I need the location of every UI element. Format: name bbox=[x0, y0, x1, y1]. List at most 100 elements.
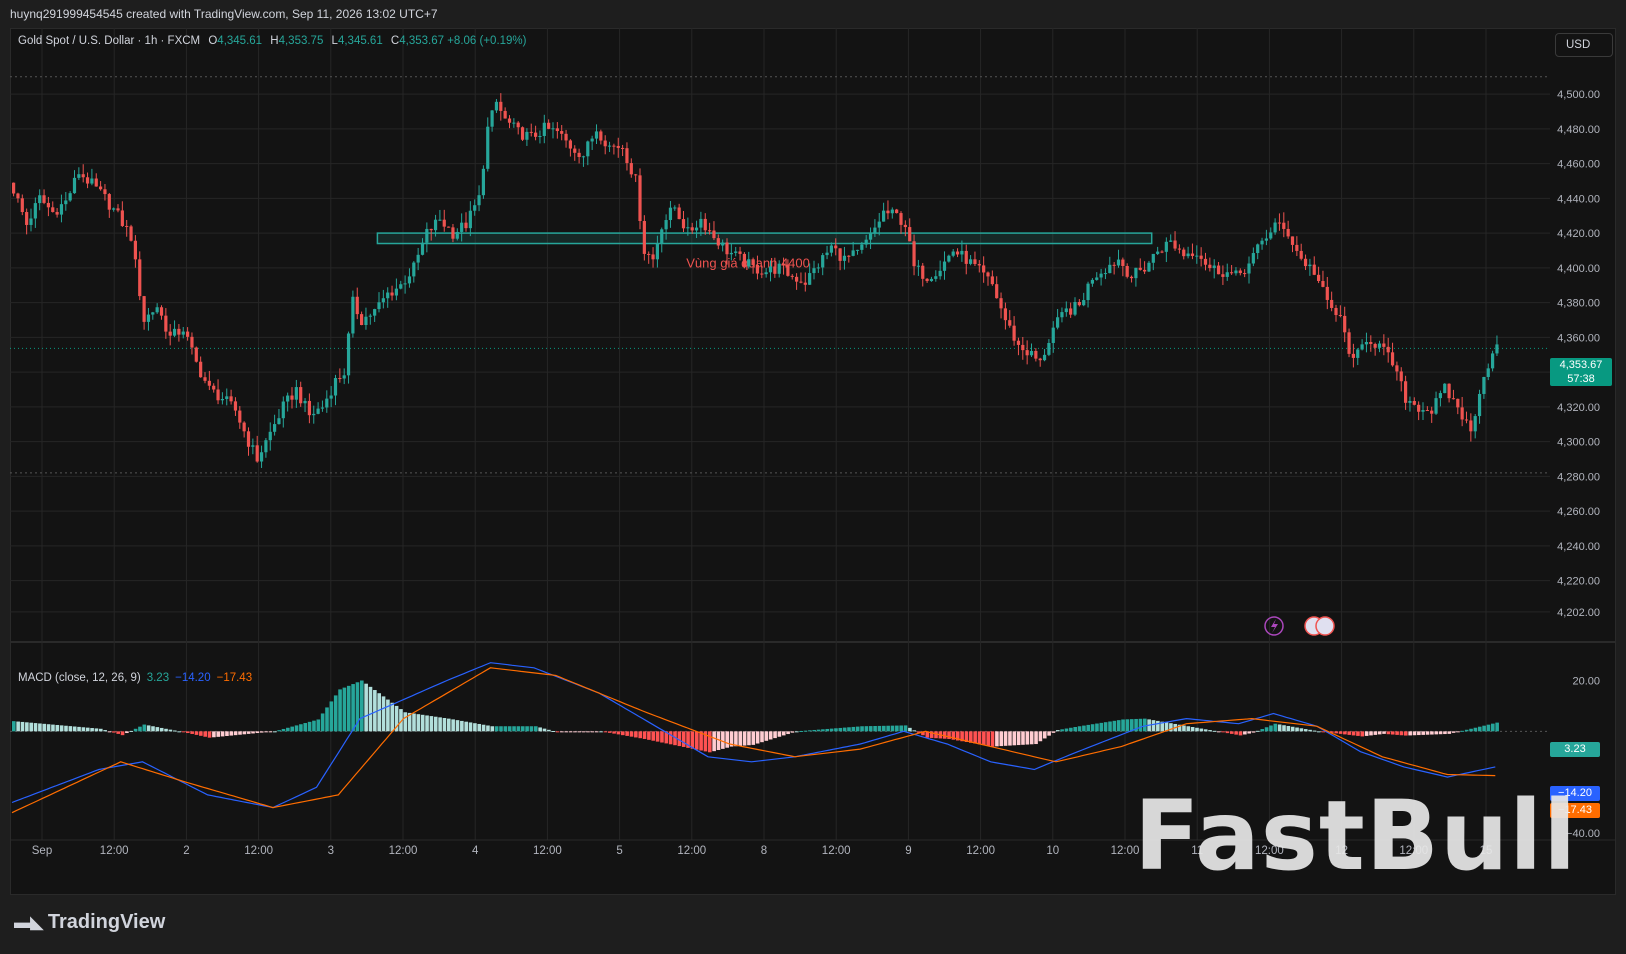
macd-hist-bar bbox=[1260, 729, 1265, 732]
candle-body bbox=[433, 219, 438, 231]
time-tick-label: 12:00 bbox=[244, 845, 273, 857]
macd-hist-bar bbox=[760, 731, 764, 743]
macd-hist-bar bbox=[1477, 726, 1482, 732]
macd-hist-bar bbox=[164, 728, 168, 732]
candle-body bbox=[899, 213, 903, 225]
candle-body bbox=[1042, 354, 1047, 361]
macd-hist-bar bbox=[142, 724, 147, 732]
candle-body bbox=[1047, 342, 1051, 355]
tradingview-logo[interactable]: ▬◣ TradingView bbox=[14, 911, 165, 934]
symbol-name[interactable]: Gold Spot / U.S. Dollar · 1h · FXCM bbox=[18, 35, 200, 47]
macd-hist-bar bbox=[1343, 731, 1347, 735]
created-by-text: huynq291999454545 created with TradingVi… bbox=[10, 7, 438, 21]
candle-body bbox=[1421, 410, 1425, 412]
candle-body bbox=[1203, 258, 1208, 265]
candle-body bbox=[281, 401, 285, 419]
candle-body bbox=[72, 177, 77, 194]
candle-body bbox=[768, 266, 773, 273]
candle-body bbox=[186, 331, 190, 337]
macd-hist-bar bbox=[1456, 731, 1460, 733]
macd-hist-bar bbox=[842, 727, 847, 732]
candle-body bbox=[116, 208, 120, 211]
macd-hist-bar bbox=[312, 720, 316, 732]
candle-body bbox=[677, 207, 681, 220]
candle-body bbox=[1473, 416, 1477, 432]
chart-canvas[interactable]: 4,202.00 4,220.00 4,240.00 4,260.00 4,280.00… bbox=[10, 28, 1616, 895]
candle-body bbox=[1377, 343, 1382, 348]
candle-body bbox=[503, 110, 507, 119]
macd-hist-bar bbox=[908, 727, 912, 732]
candle-body bbox=[607, 145, 612, 147]
candle-body bbox=[647, 253, 651, 255]
candle-body bbox=[1008, 320, 1012, 326]
candle-body bbox=[351, 296, 355, 334]
candle-body bbox=[829, 245, 833, 253]
macd-hist-bar bbox=[638, 731, 642, 739]
candle-body bbox=[190, 336, 194, 348]
time-tick-label: 8 bbox=[761, 845, 767, 857]
candle-body bbox=[560, 131, 564, 134]
macd-hist-bar bbox=[325, 707, 329, 732]
candle-body bbox=[742, 253, 746, 267]
candle-body bbox=[1338, 315, 1342, 317]
candle-body bbox=[1373, 343, 1377, 348]
macd-hist-bar bbox=[281, 728, 286, 732]
macd-hist-bar bbox=[216, 731, 221, 737]
macd-hist-bar bbox=[873, 725, 877, 732]
candle-body bbox=[1277, 222, 1282, 224]
candle-body bbox=[1290, 236, 1295, 245]
candle-body bbox=[168, 331, 172, 336]
candle-body bbox=[734, 251, 738, 253]
candle-body bbox=[77, 174, 81, 178]
candle-body bbox=[1460, 407, 1464, 420]
candle-body bbox=[94, 178, 98, 187]
macd-hist-bar bbox=[568, 731, 573, 733]
candle-body bbox=[694, 227, 699, 231]
candle-body bbox=[251, 445, 255, 447]
candle-body bbox=[1369, 341, 1373, 344]
macd-label[interactable]: MACD (close, 12, 26, 9) bbox=[18, 672, 141, 684]
candle-body bbox=[1086, 283, 1090, 301]
candle-body bbox=[1064, 308, 1068, 313]
currency-button[interactable]: USD bbox=[1555, 33, 1613, 57]
candle-body bbox=[634, 174, 638, 176]
macd-hist-bar bbox=[812, 729, 816, 732]
candle-body bbox=[1156, 251, 1160, 254]
candle-body bbox=[51, 207, 55, 212]
candle-body bbox=[1447, 383, 1451, 399]
candle-body bbox=[825, 252, 829, 256]
macd-hist-bar bbox=[490, 726, 495, 732]
macd-hist-bar bbox=[560, 731, 564, 733]
candle-body bbox=[194, 347, 198, 362]
macd-hist-bar bbox=[1069, 727, 1073, 732]
candle-body bbox=[1264, 238, 1268, 241]
low-value: 4,345.61 bbox=[337, 35, 383, 47]
macd-hist-bar bbox=[273, 731, 277, 733]
macd-hist-bar bbox=[51, 724, 55, 732]
macd-hist-bar bbox=[1447, 731, 1452, 734]
macd-hist-bar bbox=[259, 731, 264, 733]
candle-body bbox=[1456, 398, 1460, 408]
candle-body bbox=[1230, 272, 1234, 274]
candle-body bbox=[1343, 315, 1347, 333]
candle-body bbox=[764, 272, 768, 275]
price-tick-label: 4,420.00 bbox=[1557, 228, 1600, 240]
macd-hist-bar bbox=[203, 731, 207, 737]
macd-hist-bar bbox=[177, 731, 181, 733]
candle-body bbox=[790, 275, 794, 277]
candle-body bbox=[625, 148, 629, 164]
macd-hist-bar bbox=[1299, 728, 1304, 732]
candle-body bbox=[555, 128, 559, 132]
macd-hist-bar bbox=[642, 731, 647, 739]
macd-hist-bar bbox=[99, 728, 103, 732]
candle-body bbox=[220, 398, 224, 401]
candle-body bbox=[164, 315, 168, 332]
candle-body bbox=[834, 245, 838, 249]
macd-hist-bar bbox=[603, 731, 608, 733]
candle-body bbox=[1116, 259, 1121, 266]
candle-body bbox=[420, 242, 425, 255]
candle-body bbox=[1121, 259, 1125, 266]
candle-body bbox=[64, 200, 68, 205]
candle-body bbox=[273, 424, 277, 432]
macd-hist-bar bbox=[1038, 731, 1043, 742]
